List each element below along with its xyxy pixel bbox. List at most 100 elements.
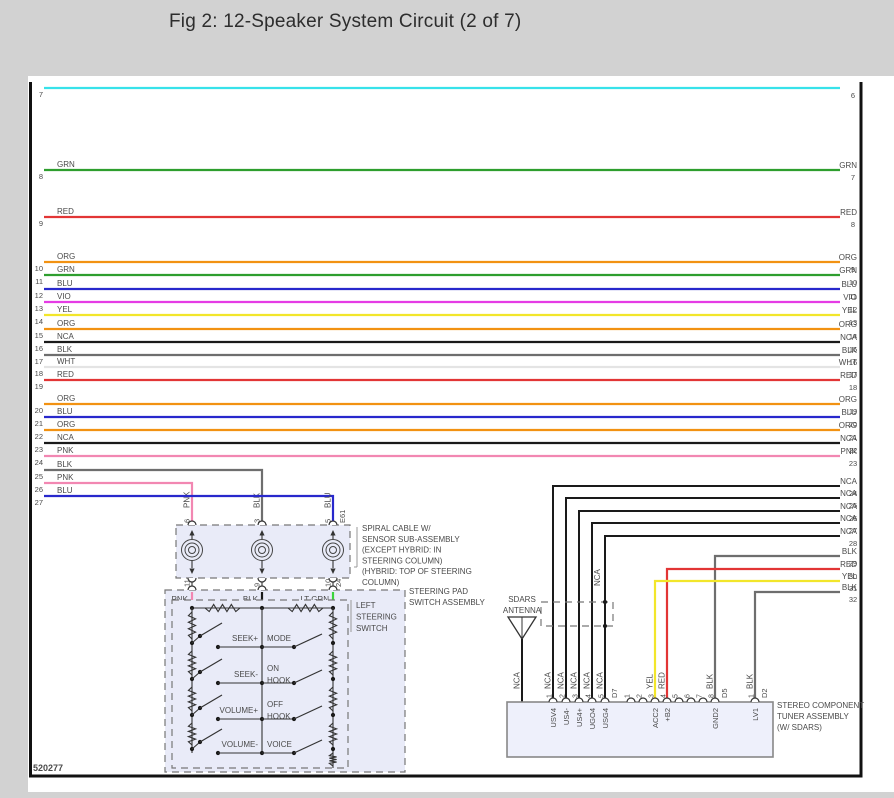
wire-color-label: BLK (842, 583, 858, 592)
wire-color-label: NCA (57, 433, 75, 442)
wire-color-label: WHT (839, 358, 857, 367)
wire-color-label: BLK (57, 345, 73, 354)
spiral-cable-label: STEERING COLUMN) (362, 556, 443, 565)
wire-color-label: VIO (843, 293, 857, 302)
tuner-label: STEREO COMPONENT (777, 701, 864, 710)
wire-color-label: NCA (596, 671, 605, 689)
left-pin-number: 27 (35, 498, 43, 507)
pad-assembly-label: STEERING PAD (409, 587, 468, 596)
tuner-signal-label: US4- (562, 708, 571, 726)
spiral-cable-label: COLUMN) (362, 578, 400, 587)
tuner-pin-number: 7 (697, 694, 704, 698)
wire-color-label: BLK (706, 673, 715, 689)
tuner-connector-id: D5 (720, 688, 729, 698)
wire-color-label: NCA (840, 477, 858, 486)
tuner-pin-number: 3 (573, 694, 580, 698)
tuner-pin-number: 1 (749, 694, 756, 698)
wire-color-label: ORG (57, 420, 75, 429)
wire-color-label: ORG (839, 395, 857, 404)
junction-dot (331, 713, 335, 717)
tuner-pin-number: 2 (560, 694, 567, 698)
connector-id: E61 (338, 510, 347, 523)
steering-switch-label: LEFT (356, 601, 376, 610)
tuner-pin-number: 1 (625, 694, 632, 698)
connector-pin-number: 10 (324, 579, 333, 587)
right-pin-number: 23 (849, 459, 857, 468)
wire-color-label: ORG (57, 252, 75, 261)
wire-color-label: PNK (57, 473, 74, 482)
left-pin-number: 15 (35, 331, 43, 340)
wire-color-label: BLU (57, 486, 73, 495)
junction-dot (603, 600, 607, 604)
wire-color-label: YEL (842, 306, 858, 315)
tuner-signal-label: GND2 (711, 708, 720, 729)
tuner-signal-label: ACC2 (651, 708, 660, 728)
junction-dot (331, 677, 335, 681)
wire-color-label: BLK (746, 673, 755, 689)
switch-function-label: VOICE (267, 740, 292, 749)
wire-color-label: RED (57, 207, 74, 216)
junction-dot (331, 641, 335, 645)
wire-color-label: NCA (557, 671, 566, 689)
switch-function-label: SEEK- (234, 670, 258, 679)
wire-color-label: RED (658, 672, 667, 689)
right-pin-number: 8 (851, 220, 855, 229)
switch-function-label: SEEK+ (232, 634, 258, 643)
pin-connector (258, 521, 266, 525)
left-pin-number: 10 (35, 264, 43, 273)
tuner-connector-id: D7 (610, 688, 619, 698)
wire-color-label: RED (840, 371, 857, 380)
wire-color-label: GRN (57, 160, 75, 169)
wire-color-label: NCA (840, 333, 858, 342)
wire-color-label: NCA (840, 489, 858, 498)
tuner-box (507, 702, 773, 757)
left-pin-number: 17 (35, 357, 43, 366)
wire-color-label: ORG (57, 394, 75, 403)
left-pin-number: 24 (35, 458, 43, 467)
left-pin-number: 26 (35, 485, 43, 494)
tuner-pin-number: 6 (685, 694, 692, 698)
wire-color-label: ORG (839, 421, 857, 430)
spiral-cable-label: SPIRAL CABLE W/ (362, 524, 431, 533)
wire-color-label: NCA (840, 502, 858, 511)
wire-color-label: WHT (57, 357, 75, 366)
tuner-signal-label: +B2 (663, 708, 672, 722)
tuner-pin-number: 5 (673, 694, 680, 698)
wire-color-label: NCA (57, 332, 75, 341)
tuner-pin-number: 4 (586, 694, 593, 698)
wire-color-label: VIO (57, 292, 71, 301)
switch-function-label: VOLUME+ (220, 706, 259, 715)
wire-color-label: YEL (842, 572, 858, 581)
wire-color-label: ORG (57, 319, 75, 328)
right-pin-number: 7 (851, 173, 855, 182)
wire-color-label: NCA (513, 671, 522, 689)
sdars-antenna-label: ANTENNA (503, 606, 542, 615)
left-pin-number: 14 (35, 317, 43, 326)
pin-connector (258, 578, 266, 582)
tuner-signal-label: US4+ (575, 707, 584, 727)
wire-color-label: BLU (841, 408, 857, 417)
switch-function-label: MODE (267, 634, 291, 643)
connector-pin-number: 9 (253, 583, 262, 587)
left-pin-number: 13 (35, 304, 43, 313)
spiral-cable-label: (HYBRID: TOP OF STEERING (362, 567, 472, 576)
tuner-label: (W/ SDARS) (777, 723, 822, 732)
wire-color-label: PNK (57, 446, 74, 455)
wire-color-label: BLK (842, 547, 858, 556)
wire-color-label: RED (57, 370, 74, 379)
left-pin-number: 8 (39, 172, 43, 181)
tuner-pin-number: 2 (637, 694, 644, 698)
wire-color-label: NCA (840, 514, 858, 523)
switch-function-label: HOOK (267, 712, 291, 721)
wiring-diagram: 520277768GRNGRN79REDRED810ORGORG911GRNGR… (0, 0, 894, 798)
steering-switch-label: STEERING (356, 613, 397, 622)
wire-color-label: GRN (57, 265, 75, 274)
wire-color-label: YEL (646, 673, 655, 689)
pin-connector (329, 521, 337, 525)
wire-color-label: RED (840, 560, 857, 569)
wire-color-label: YEL (57, 305, 73, 314)
wire-color-label: PNK (183, 491, 192, 508)
wire-color-label: BLK (842, 346, 858, 355)
tuner-pin-number: 5 (599, 694, 606, 698)
page: { "title": "Fig 2: 12-Speaker System Cir… (0, 0, 894, 798)
